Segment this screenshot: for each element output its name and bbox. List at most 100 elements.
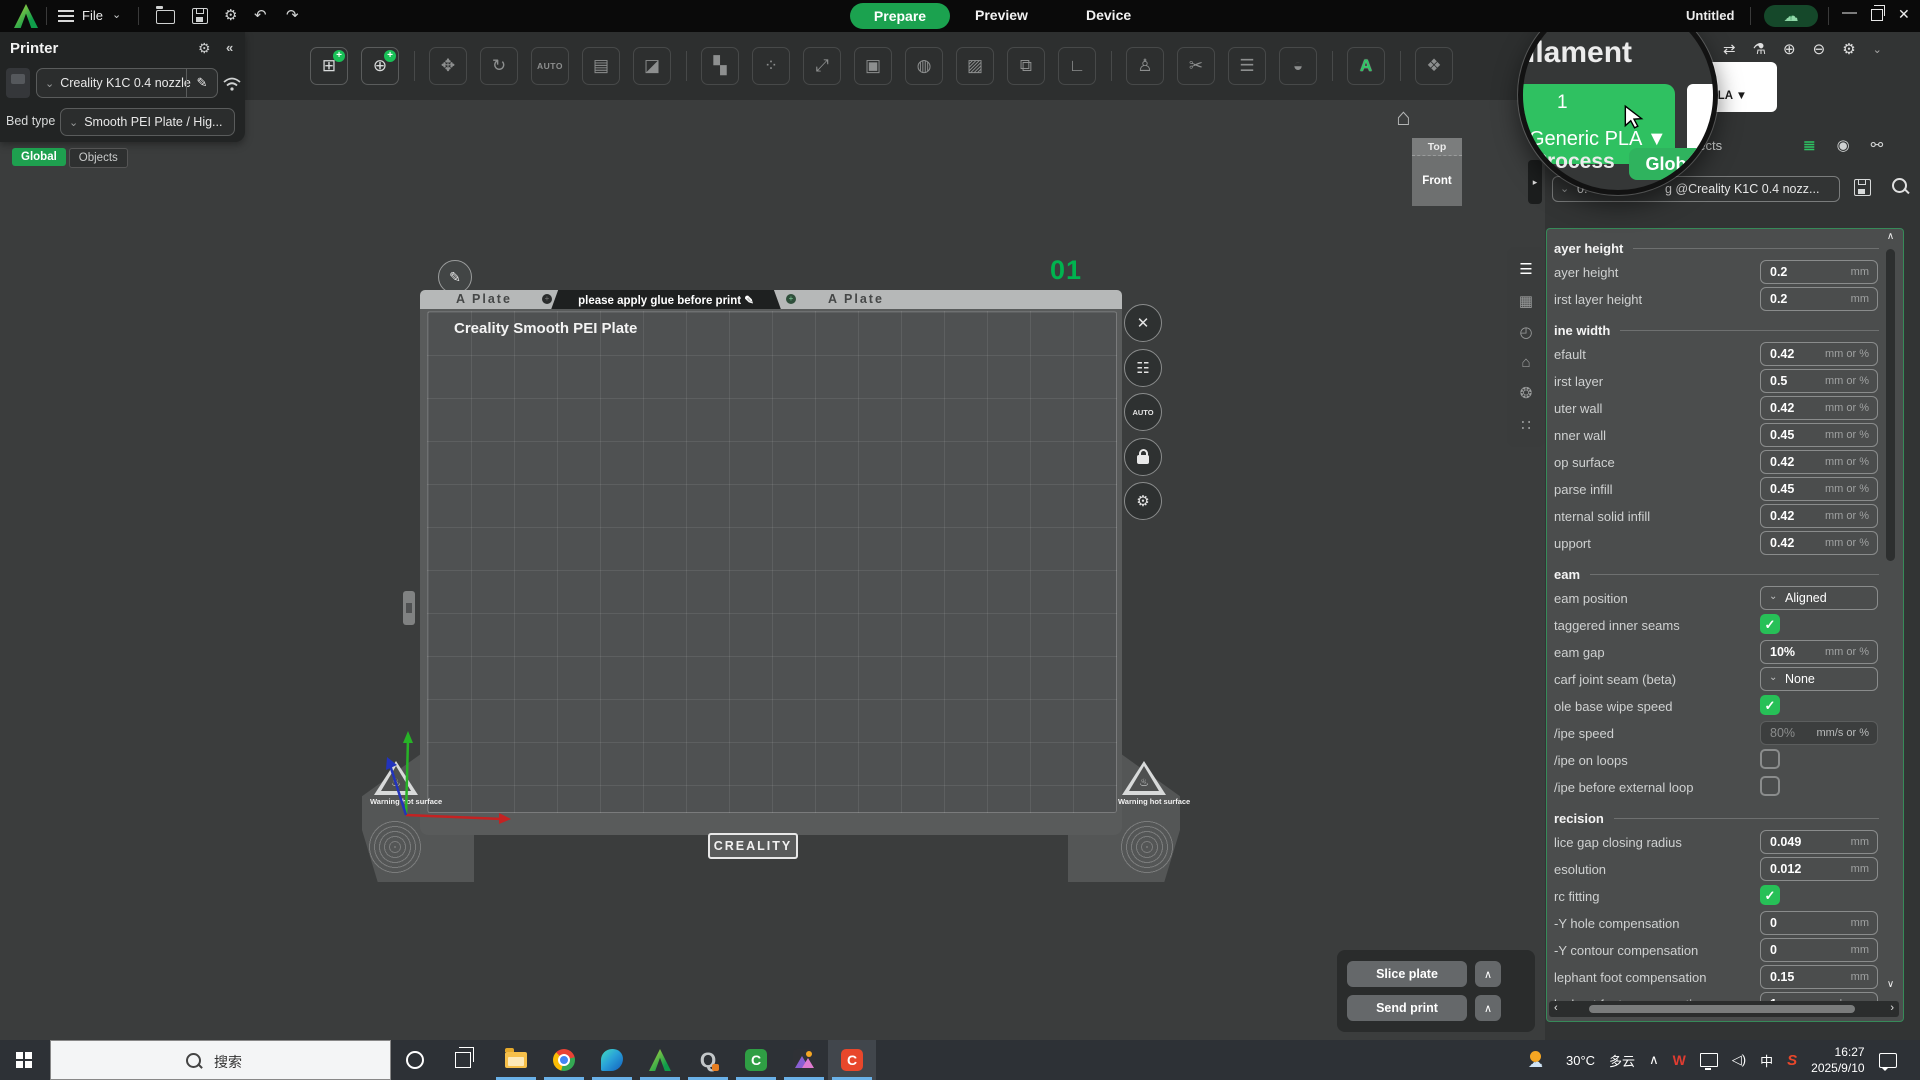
gallery-app-taskbar-button[interactable] <box>780 1040 828 1080</box>
add-model-button[interactable]: ⊞+ <box>310 47 348 85</box>
action-center-icon[interactable] <box>1879 1053 1897 1068</box>
clone-button[interactable]: ⧉ <box>1007 47 1045 85</box>
auto-orient-button[interactable]: AUTO <box>531 47 569 85</box>
param-input[interactable]: 0.012mm <box>1760 857 1878 881</box>
auto-arrange-plate-button[interactable]: AUTO <box>1124 393 1162 431</box>
settings-gear-icon[interactable]: ⚙ <box>224 6 237 24</box>
add-text-button[interactable]: A <box>1347 47 1385 85</box>
split-to-objects-button[interactable]: ▚ <box>701 47 739 85</box>
tray-expand-icon[interactable]: ∧ <box>1649 1052 1659 1068</box>
param-input[interactable]: 0.45mm or % <box>1760 423 1878 447</box>
param-input[interactable]: 0mm <box>1760 911 1878 935</box>
creality-print-taskbar-button[interactable] <box>636 1040 684 1080</box>
support-paint-button[interactable]: ♙ <box>1126 47 1164 85</box>
build-plate[interactable]: A Plate + please apply glue before print… <box>420 290 1122 850</box>
bed-type-select[interactable]: ⌄ Smooth PEI Plate / Hig... <box>60 108 235 136</box>
view-cube-top[interactable]: Top <box>1412 138 1462 156</box>
param-input[interactable]: 0.049mm <box>1760 830 1878 854</box>
move-button[interactable]: ✥ <box>429 47 467 85</box>
edit-printer-icon[interactable]: ✎ <box>186 69 217 97</box>
flush-icon[interactable]: ⚗ <box>1753 40 1766 58</box>
param-checkbox[interactable] <box>1760 776 1780 796</box>
param-input[interactable]: 0.45mm or % <box>1760 477 1878 501</box>
measure-button[interactable]: ∟ <box>1058 47 1096 85</box>
recorder-app-taskbar-button[interactable]: C <box>828 1040 876 1080</box>
chevron-down-icon[interactable]: ⌄ <box>112 8 121 21</box>
wifi-icon[interactable] <box>222 76 242 91</box>
close-button[interactable]: ✕ <box>1898 6 1910 23</box>
redo-icon[interactable]: ↷ <box>286 6 299 24</box>
view-cube-front[interactable]: Front <box>1412 156 1462 206</box>
start-button[interactable] <box>16 1052 32 1068</box>
ime-indicator[interactable]: 中 <box>1760 1051 1773 1070</box>
tab-preview[interactable]: Preview <box>975 7 1028 23</box>
tab-prepare[interactable]: Prepare <box>850 3 950 29</box>
seam-paint-button[interactable]: ☰ <box>1228 47 1266 85</box>
edge-browser-taskbar-button[interactable] <box>588 1040 636 1080</box>
cortana-button[interactable] <box>406 1051 424 1069</box>
file-menu[interactable]: File <box>82 8 103 23</box>
green-c-app-taskbar-button[interactable]: C <box>732 1040 780 1080</box>
save-icon[interactable] <box>192 8 208 24</box>
slice-options-button[interactable]: ∧ <box>1475 961 1501 987</box>
send-print-button[interactable]: Send print <box>1347 995 1467 1021</box>
undo-icon[interactable]: ↶ <box>254 6 267 24</box>
category-support[interactable]: ⌂ <box>1521 354 1530 371</box>
filament-settings-icon[interactable]: ⚙ <box>1842 40 1855 58</box>
printer-settings-icon[interactable]: ⚙ <box>198 40 211 57</box>
category-speed[interactable]: ◴ <box>1519 323 1532 341</box>
scroll-left-icon[interactable]: ‹ <box>1554 1002 1558 1014</box>
weather-desc[interactable]: 多云 <box>1609 1051 1635 1070</box>
chrome-taskbar-button[interactable] <box>540 1040 588 1080</box>
assembly-button[interactable]: ▣ <box>854 47 892 85</box>
scale-button[interactable]: ⤢ <box>803 47 841 85</box>
slice-plate-button[interactable]: Slice plate <box>1347 961 1467 987</box>
taskbar-search[interactable]: 搜索 <box>50 1040 391 1080</box>
cut-button[interactable]: ✂ <box>1177 47 1215 85</box>
plate-tab-bar[interactable]: A Plate + please apply glue before print… <box>420 290 1122 309</box>
lock-plate-button[interactable] <box>1124 438 1162 476</box>
vertical-scrollbar[interactable]: ∧ ∨ <box>1884 231 1897 1001</box>
advanced-params-icon[interactable]: ≣ <box>1803 136 1816 154</box>
search-params-icon[interactable] <box>1892 178 1907 193</box>
horizontal-scrollbar[interactable]: ‹ › <box>1549 1001 1899 1017</box>
add-plate-button[interactable]: ⊕+ <box>361 47 399 85</box>
pattern-button[interactable]: ▨ <box>956 47 994 85</box>
combine-plates-button[interactable]: ❖ <box>1415 47 1453 85</box>
param-input[interactable]: 0.2mm <box>1760 260 1878 284</box>
share-icon[interactable]: ⚯ <box>1871 136 1884 154</box>
param-input[interactable]: 0.42mm or % <box>1760 504 1878 528</box>
scroll-up-icon[interactable]: ∧ <box>1884 231 1897 242</box>
scrollbar-thumb[interactable] <box>1589 1005 1855 1013</box>
clock[interactable]: 16:27 2025/9/10 <box>1811 1044 1864 1076</box>
edit-plate-name-button[interactable]: ✎ <box>438 260 472 294</box>
param-checkbox[interactable]: ✓ <box>1760 695 1780 715</box>
q-app-taskbar-button[interactable]: Q <box>684 1040 732 1080</box>
param-input[interactable]: 0.5mm or % <box>1760 369 1878 393</box>
param-select[interactable]: ⌄Aligned <box>1760 586 1878 610</box>
save-preset-icon[interactable] <box>1854 179 1871 196</box>
weather-icon[interactable]: ☁ <box>1528 1051 1552 1069</box>
home-view-icon[interactable]: ⌂ <box>1396 104 1411 132</box>
param-input[interactable]: 0.42mm or % <box>1760 396 1878 420</box>
param-input[interactable]: 0.42mm or % <box>1760 342 1878 366</box>
param-input[interactable]: 0.15mm <box>1760 965 1878 989</box>
volume-icon[interactable]: ◁) <box>1732 1052 1746 1068</box>
param-input[interactable]: 0.2mm <box>1760 287 1878 311</box>
file-explorer-taskbar-button[interactable] <box>492 1040 540 1080</box>
menu-icon[interactable] <box>58 10 74 22</box>
tab-objects[interactable]: Objects <box>69 148 128 168</box>
open-file-icon[interactable] <box>156 10 175 24</box>
param-select[interactable]: ⌄None <box>1760 667 1878 691</box>
task-view-button[interactable] <box>455 1052 471 1068</box>
plate-list-button[interactable]: ☷ <box>1124 349 1162 387</box>
weather-temp[interactable]: 30°C <box>1566 1053 1595 1068</box>
wps-tray-icon[interactable]: W <box>1673 1052 1686 1068</box>
split-to-parts-button[interactable]: ⁘ <box>752 47 790 85</box>
hollow-button[interactable]: ◍ <box>905 47 943 85</box>
remove-filament-icon[interactable]: ⊖ <box>1813 40 1826 58</box>
param-input[interactable]: 0.42mm or % <box>1760 531 1878 555</box>
scrollbar-thumb[interactable] <box>1886 249 1895 561</box>
color-paint-button[interactable]: ◒ <box>1279 47 1317 85</box>
category-quality[interactable]: ☰ <box>1519 260 1532 278</box>
